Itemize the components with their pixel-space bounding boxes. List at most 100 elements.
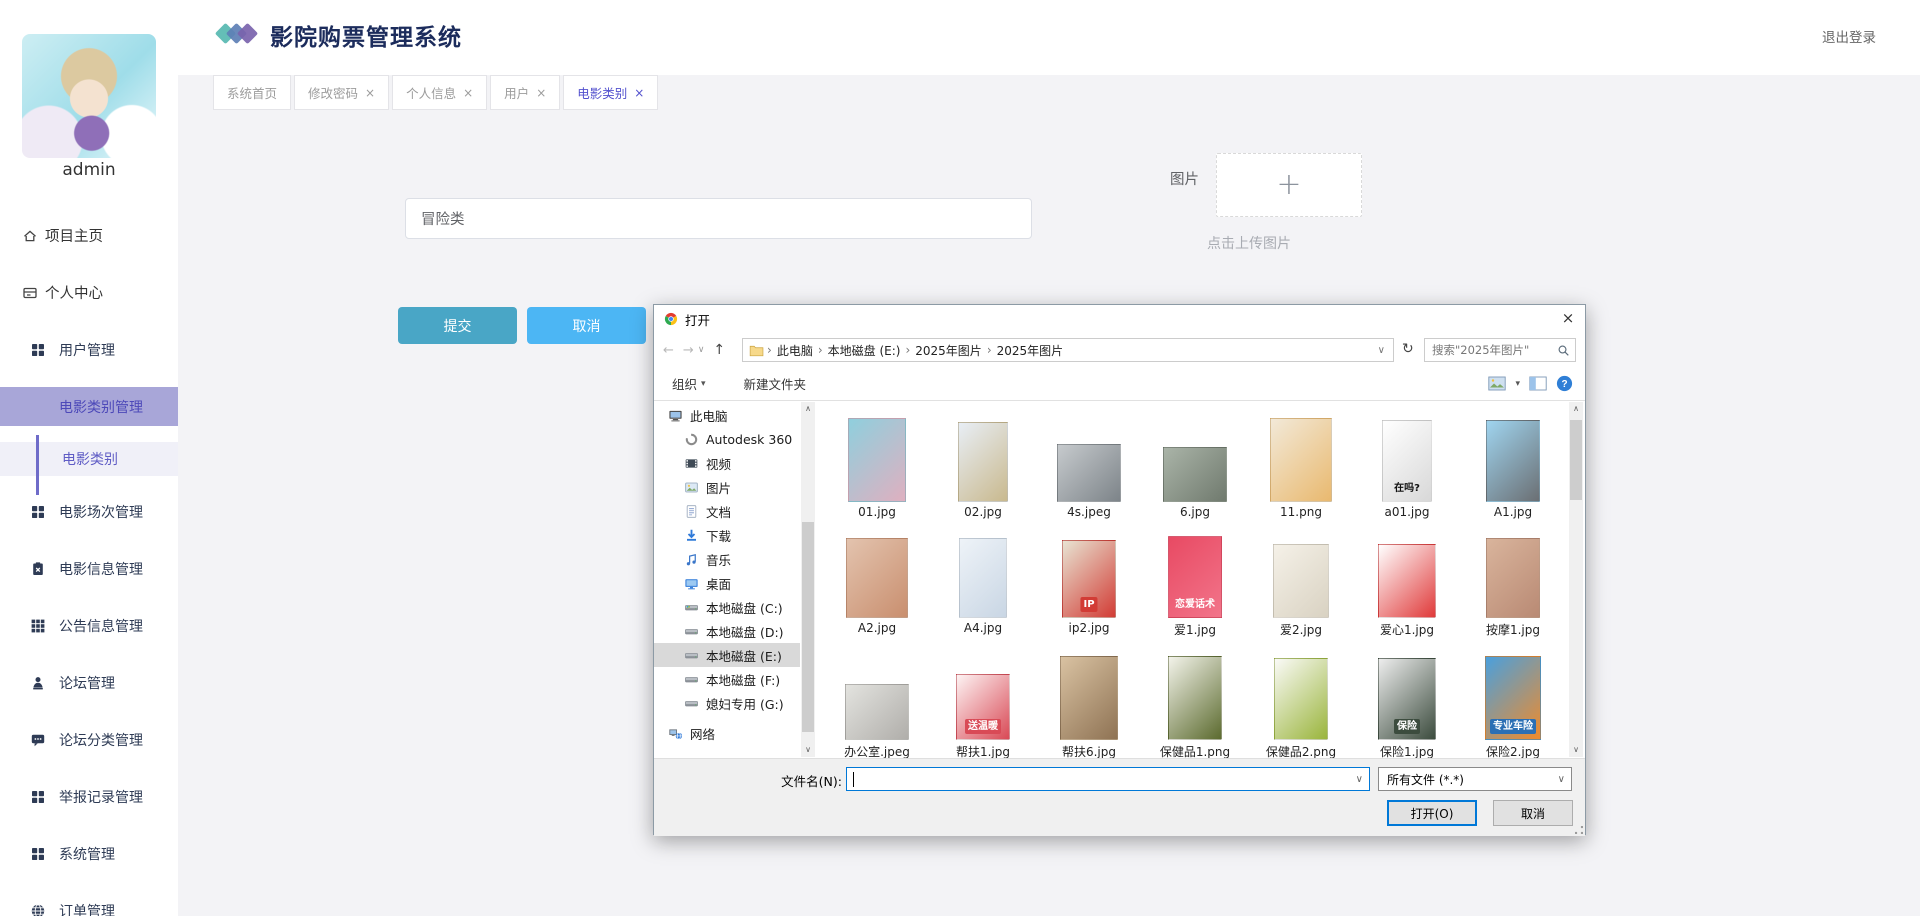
up-icon[interactable]: ↑ bbox=[713, 342, 725, 358]
tab-系统首页[interactable]: 系统首页 bbox=[213, 75, 292, 110]
breadcrumb-segment[interactable]: 本地磁盘 (E:) bbox=[828, 342, 901, 359]
nav-item-下载[interactable]: 下载 bbox=[654, 523, 800, 547]
tab-个人信息[interactable]: 个人信息 × bbox=[392, 75, 488, 110]
sidebar-item-项目主页[interactable]: 项目主页 bbox=[0, 207, 178, 264]
logout-link[interactable]: 退出登录 bbox=[1822, 26, 1876, 46]
resize-grip[interactable] bbox=[1575, 826, 1583, 834]
file-item-02.jpg[interactable]: 02.jpg bbox=[930, 416, 1036, 520]
nav-item-视频[interactable]: 视频 bbox=[654, 451, 800, 475]
help-icon[interactable]: ? bbox=[1556, 375, 1573, 392]
grid-scrollbar[interactable]: ∧ ∨ bbox=[1569, 402, 1583, 757]
thumbnail-view-icon[interactable] bbox=[1488, 376, 1507, 391]
file-item-11.png[interactable]: 11.png bbox=[1248, 416, 1354, 520]
breadcrumb[interactable]: › 此电脑 › 本地磁盘 (E:) › 2025年图片 › 2025年图片 ∨ bbox=[742, 338, 1394, 362]
dialog-titlebar[interactable]: 打开 × bbox=[654, 305, 1585, 333]
nav-scrollbar[interactable]: ∧ ∨ bbox=[801, 402, 815, 757]
filetype-select[interactable]: 所有文件 (*.*) ∨ bbox=[1378, 767, 1572, 791]
nav-item-此电脑[interactable]: 此电脑 bbox=[654, 403, 800, 427]
forward-icon[interactable]: → bbox=[683, 343, 694, 358]
nav-scroll-thumb[interactable] bbox=[802, 522, 814, 732]
page-title: 影院购票管理系统 bbox=[270, 25, 462, 51]
avatar[interactable] bbox=[22, 34, 156, 158]
file-item-保险2.jpg[interactable]: 专业车险 保险2.jpg bbox=[1460, 650, 1566, 758]
file-item-A4.jpg[interactable]: A4.jpg bbox=[930, 532, 1036, 636]
nav-item-图片[interactable]: 图片 bbox=[654, 475, 800, 499]
autodesk-icon bbox=[684, 432, 699, 447]
breadcrumb-segment[interactable]: 此电脑 bbox=[777, 342, 813, 359]
nav-item-文档[interactable]: 文档 bbox=[654, 499, 800, 523]
sidebar-item-系统管理[interactable]: 系统管理 bbox=[0, 825, 178, 882]
search-input[interactable]: 搜索"2025年图片" bbox=[1424, 338, 1576, 362]
file-item-4s.jpeg[interactable]: 4s.jpeg bbox=[1036, 416, 1142, 520]
file-item-帮扶1.jpg[interactable]: 送温暖 帮扶1.jpg bbox=[930, 650, 1036, 758]
file-item-ip2.jpg[interactable]: IP ip2.jpg bbox=[1036, 532, 1142, 636]
file-item-6.jpg[interactable]: 6.jpg bbox=[1142, 416, 1248, 520]
file-item-保健品2.png[interactable]: 保健品2.png bbox=[1248, 650, 1354, 758]
close-icon[interactable]: × bbox=[1551, 305, 1585, 331]
breadcrumb-segment[interactable]: 2025年图片 bbox=[997, 342, 1064, 359]
address-dropdown-icon[interactable]: ∨ bbox=[1378, 345, 1385, 356]
scroll-down-icon[interactable]: ∨ bbox=[801, 743, 815, 757]
view-dropdown-icon[interactable]: ▾ bbox=[1515, 379, 1520, 389]
sidebar-item-个人中心[interactable]: 个人中心 bbox=[0, 264, 178, 321]
nav-item-本地磁盘 (C:)[interactable]: 本地磁盘 (C:) bbox=[654, 595, 800, 619]
close-icon[interactable]: × bbox=[463, 86, 473, 100]
sidebar-item-电影类别管理[interactable]: 电影类别管理 bbox=[0, 378, 178, 435]
category-input[interactable]: 冒险类 bbox=[405, 198, 1032, 239]
close-icon[interactable]: × bbox=[365, 86, 375, 100]
refresh-icon[interactable]: ↻ bbox=[1402, 341, 1414, 357]
organize-menu[interactable]: 组织 ▾ bbox=[672, 374, 706, 393]
nav-item-桌面[interactable]: 桌面 bbox=[654, 571, 800, 595]
file-item-保险1.jpg[interactable]: 保险 保险1.jpg bbox=[1354, 650, 1460, 758]
tab-电影类别[interactable]: 电影类别 × bbox=[563, 75, 659, 110]
sidebar-item-电影信息管理[interactable]: 电影信息管理 bbox=[0, 540, 178, 597]
submit-button[interactable]: 提交 bbox=[398, 307, 517, 344]
file-item-爱1.jpg[interactable]: 恋爱话术 爱1.jpg bbox=[1142, 532, 1248, 637]
filename-input[interactable]: ∨ bbox=[846, 767, 1370, 791]
tab-用户[interactable]: 用户 × bbox=[490, 75, 561, 110]
sidebar-item-论坛分类管理[interactable]: 论坛分类管理 bbox=[0, 711, 178, 768]
sidebar-item-订单管理[interactable]: 订单管理 bbox=[0, 882, 178, 916]
close-icon[interactable]: × bbox=[536, 86, 546, 100]
sidebar-item-用户管理[interactable]: 用户管理 bbox=[0, 321, 178, 378]
sidebar-item-电影场次管理[interactable]: 电影场次管理 bbox=[0, 483, 178, 540]
breadcrumb-segment[interactable]: 2025年图片 bbox=[915, 342, 982, 359]
file-item-保健品1.png[interactable]: 保健品1.png bbox=[1142, 650, 1248, 758]
file-item-a01.jpg[interactable]: 在吗? a01.jpg bbox=[1354, 416, 1460, 520]
nav-item-Autodesk 360[interactable]: Autodesk 360 bbox=[654, 427, 800, 451]
file-item-爱心1.jpg[interactable]: 爱心1.jpg bbox=[1354, 532, 1460, 637]
new-folder-button[interactable]: 新建文件夹 bbox=[744, 374, 807, 393]
nav-item-本地磁盘 (F:)[interactable]: 本地磁盘 (F:) bbox=[654, 667, 800, 691]
file-item-A1.jpg[interactable]: A1.jpg bbox=[1460, 416, 1566, 520]
close-icon[interactable]: × bbox=[634, 86, 644, 100]
form-cancel-button[interactable]: 取消 bbox=[527, 307, 646, 344]
file-item-办公室.jpeg[interactable]: 办公室.jpeg bbox=[824, 650, 930, 758]
scroll-up-icon[interactable]: ∧ bbox=[801, 402, 815, 416]
sidebar-item-公告信息管理[interactable]: 公告信息管理 bbox=[0, 597, 178, 654]
sidebar-item-举报记录管理[interactable]: 举报记录管理 bbox=[0, 768, 178, 825]
preview-pane-icon[interactable] bbox=[1529, 376, 1547, 391]
file-item-帮扶6.jpg[interactable]: 帮扶6.jpg bbox=[1036, 650, 1142, 758]
open-button[interactable]: 打开(O) bbox=[1387, 800, 1477, 826]
file-item-按摩1.jpg[interactable]: 按摩1.jpg bbox=[1460, 532, 1566, 637]
file-item-01.jpg[interactable]: 01.jpg bbox=[824, 416, 930, 520]
nav-item-网络[interactable]: 网络 bbox=[654, 721, 800, 745]
file-item-爱2.jpg[interactable]: 爱2.jpg bbox=[1248, 532, 1354, 637]
back-icon[interactable]: ← bbox=[663, 343, 674, 358]
sidebar-item-论坛管理[interactable]: 论坛管理 bbox=[0, 654, 178, 711]
scroll-down-icon[interactable]: ∨ bbox=[1569, 743, 1583, 757]
nav-item-本地磁盘 (E:)[interactable]: 本地磁盘 (E:) bbox=[654, 643, 800, 667]
file-item-A2.jpg[interactable]: A2.jpg bbox=[824, 532, 930, 636]
dialog-cancel-button[interactable]: 取消 bbox=[1493, 800, 1573, 826]
history-dropdown-icon[interactable]: ∨ bbox=[698, 345, 705, 355]
filename-dropdown-icon[interactable]: ∨ bbox=[1356, 774, 1363, 785]
tab-修改密码[interactable]: 修改密码 × bbox=[294, 75, 390, 110]
sidebar-item-电影类别[interactable]: 电影类别 bbox=[0, 435, 178, 495]
nav-item-本地磁盘 (D:)[interactable]: 本地磁盘 (D:) bbox=[654, 619, 800, 643]
file-thumbnail bbox=[959, 538, 1007, 618]
image-upload-dropzone[interactable]: + bbox=[1216, 153, 1362, 217]
scroll-up-icon[interactable]: ∧ bbox=[1569, 402, 1583, 416]
nav-item-媳妇专用 (G:)[interactable]: 媳妇专用 (G:) bbox=[654, 691, 800, 715]
nav-item-音乐[interactable]: 音乐 bbox=[654, 547, 800, 571]
grid-scroll-thumb[interactable] bbox=[1570, 420, 1582, 500]
